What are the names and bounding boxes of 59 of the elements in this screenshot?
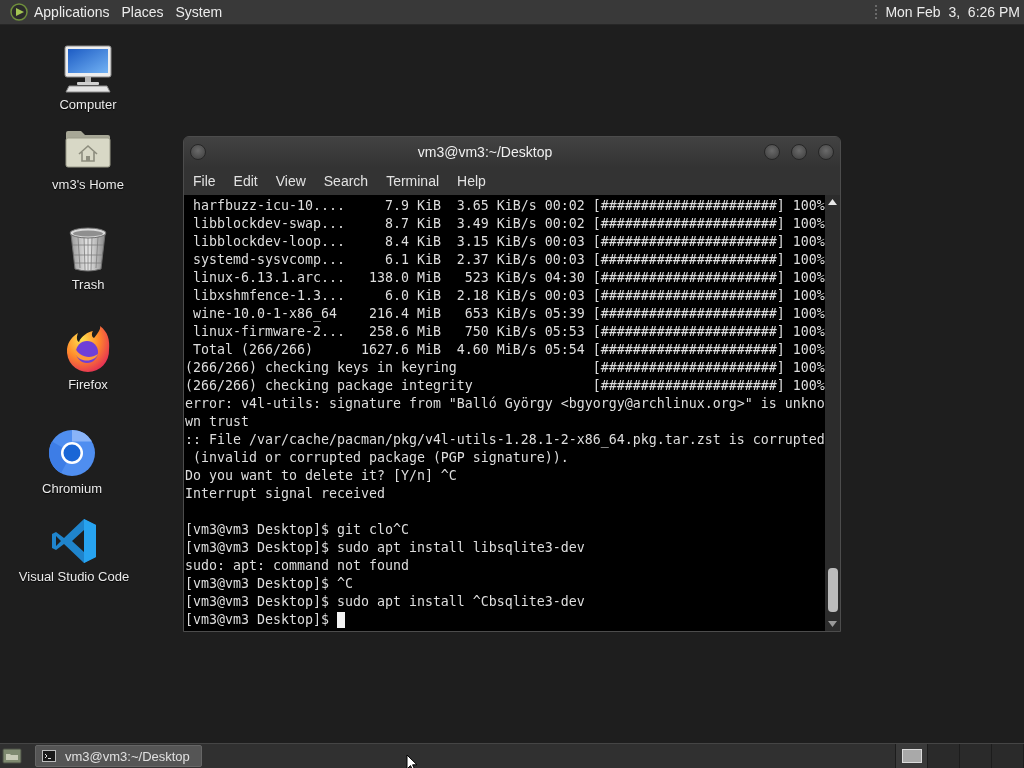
terminal-line: (invalid or corrupted package (PGP signature)). (192, 450, 569, 465)
menu-item[interactable]: View (266, 169, 315, 193)
drag-handle-icon (875, 4, 879, 20)
scrollbar[interactable] (825, 195, 840, 631)
terminal-line: [vm3@vm3 Desktop]$ sudo apt install libsqlite3-dev (185, 540, 585, 555)
desktop-icon-label[interactable]: Firefox (68, 377, 108, 393)
menu-item[interactable]: File (184, 169, 225, 193)
terminal-line: error: v4l-utils: signature from "Balló György <bgyorgy@archlinux.org>" is unkno (185, 396, 825, 411)
show-desktop-icon[interactable] (2, 746, 22, 766)
desktop-icon-label[interactable]: Trash (71, 277, 105, 293)
terminal-line: [vm3@vm3 Desktop]$ sudo apt install ^Cbsqlite3-dev (185, 594, 585, 609)
terminal-line: wine-10.0-1-x86_64 216.4 MiB 653 KiB/s 05:39 [######################] 100% (192, 306, 825, 321)
firefox-logo-icon[interactable] (64, 325, 112, 373)
terminal-line: Interrupt signal received (185, 486, 385, 501)
terminal-line: [vm3@vm3 Desktop]$ git clo^C (185, 522, 409, 537)
window-title: vm3@vm3:~/Desktop (416, 144, 554, 160)
desktop-icon-label[interactable]: vm3's Home (52, 177, 124, 193)
menu-item[interactable]: Edit (224, 169, 267, 193)
terminal-line: (266/266) checking package integrity [######################] 100% (185, 378, 825, 393)
menu-item[interactable]: Terminal (377, 169, 449, 193)
terminal-icon (42, 750, 56, 762)
panel-logo-icon[interactable] (10, 3, 28, 21)
terminal-line: (266/266) checking keys in keyring [######################] 100% (185, 360, 825, 375)
panel-menu[interactable]: System (169, 1, 229, 23)
chromium-logo-icon[interactable] (48, 429, 96, 477)
panel-menu[interactable]: Places (115, 1, 170, 23)
window-menu-button[interactable] (190, 144, 206, 160)
desktop-icon-label[interactable]: Visual Studio Code (18, 569, 130, 585)
scroll-down-arrow-icon[interactable] (828, 621, 837, 627)
maximize-button[interactable] (791, 144, 807, 160)
terminal-line: linux-6.13.1.arc... 138.0 MiB 523 KiB/s 04:30 [######################] 100% (192, 270, 825, 285)
desktop-icon-label[interactable]: Chromium (42, 481, 102, 497)
vscode-logo-icon[interactable] (50, 517, 98, 565)
terminal-line: :: File /var/cache/pacman/pkg/v4l-utils-1.28.1-2-x86_64.pkg.tar.zst is corrupted (185, 432, 825, 447)
terminal-line: linux-firmware-2... 258.6 MiB 750 KiB/s 05:53 [######################] 100% (192, 324, 825, 339)
terminal-line: sudo: apt: command not found (185, 558, 409, 573)
workspace-button[interactable] (896, 744, 928, 768)
terminal-line: Total (266/266) 1627.6 MiB 4.60 MiB/s 05:54 [######################] 100% (192, 342, 825, 357)
monitor-icon[interactable] (64, 45, 112, 93)
clock[interactable]: Mon Feb 3, 6:26 PM (885, 1, 1020, 23)
terminal-line: libblockdev-loop... 8.4 KiB 3.15 KiB/s 00:03 [######################] 100% (192, 234, 825, 249)
terminal-line: Do you want to delete it? [Y/n] ^C (185, 468, 457, 483)
terminal-line: libblockdev-swap... 8.7 KiB 3.49 KiB/s 00:02 [######################] 100% (192, 216, 825, 231)
panel-menu[interactable]: Applications (28, 1, 116, 23)
mouse-pointer-icon (406, 754, 418, 768)
close-button[interactable] (818, 144, 834, 160)
terminal-line: harfbuzz-icu-10.... 7.9 KiB 3.65 KiB/s 00:02 [######################] 100% (192, 198, 825, 213)
scrollbar-thumb[interactable] (827, 568, 838, 612)
terminal-line: wn trust (185, 414, 249, 429)
menu-item[interactable]: Search (314, 169, 378, 193)
desktop-icon-label[interactable]: Computer (59, 97, 117, 113)
terminal-line: systemd-sysvcomp... 6.1 KiB 2.37 KiB/s 00:03 [######################] 100% (192, 252, 825, 267)
scroll-up-arrow-icon[interactable] (828, 199, 837, 205)
minimize-button[interactable] (764, 144, 780, 160)
terminal-line: libxshmfence-1.3... 6.0 KiB 2.18 KiB/s 00:03 [######################] 100% (192, 288, 825, 303)
menu-item[interactable]: Help (448, 169, 495, 193)
terminal-line: [vm3@vm3 Desktop]$ ^C (185, 576, 353, 591)
taskbar-button[interactable]: vm3@vm3:~/Desktop (35, 745, 202, 767)
terminal-line: [vm3@vm3 Desktop]$ (185, 612, 330, 627)
